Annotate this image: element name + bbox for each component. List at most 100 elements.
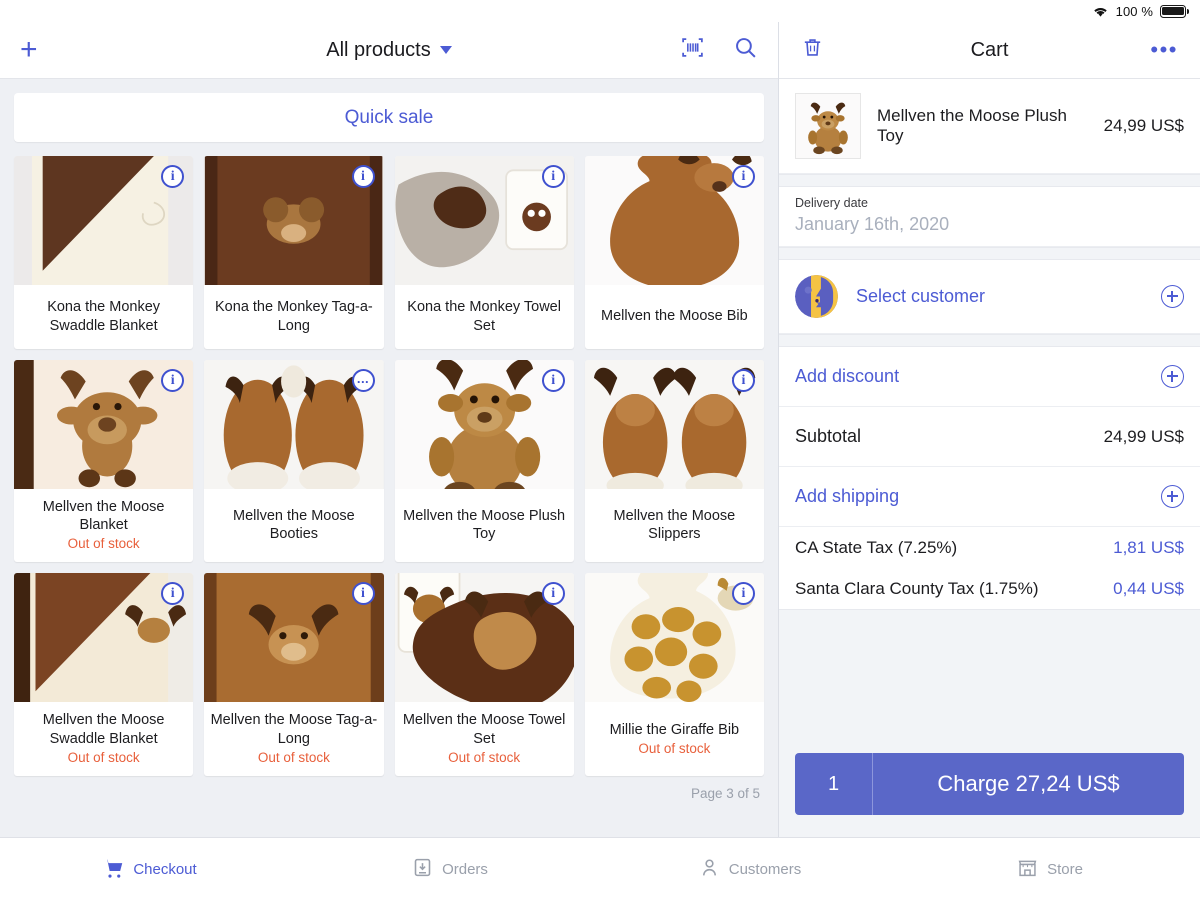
- tax-row: Santa Clara County Tax (1.75%) 0,44 US$: [779, 568, 1200, 609]
- tab-label: Store: [1047, 860, 1083, 878]
- info-icon[interactable]: i: [351, 582, 375, 606]
- cart-items-list: Mellven the Moose Plush Toy 24,99 US$: [779, 79, 1200, 174]
- add-discount-row[interactable]: Add discount: [779, 347, 1200, 407]
- cart-item-price: 24,99 US$: [1103, 116, 1184, 135]
- product-tile[interactable]: i Mellven the Moose Blanket Out of stock: [14, 360, 194, 563]
- product-label: Kona the Monkey Tag-a-Long: [204, 285, 383, 349]
- product-name: Kona the Monkey Swaddle Blanket: [47, 299, 161, 334]
- info-icon[interactable]: i: [541, 165, 565, 188]
- more-info-icon[interactable]: ...: [351, 369, 375, 392]
- product-name: Mellven the Moose Bib: [601, 308, 748, 325]
- section-divider: [779, 247, 1200, 260]
- product-label: Mellven the Moose Blanket Out of stock: [14, 489, 193, 562]
- product-label: Mellven the Moose Slippers: [585, 489, 764, 562]
- add-product-button[interactable]: +: [20, 35, 54, 65]
- charge-quantity[interactable]: 1: [795, 753, 873, 815]
- info-icon[interactable]: i: [541, 369, 565, 392]
- search-icon[interactable]: [733, 35, 758, 65]
- product-thumbnail: i: [584, 573, 764, 703]
- subtotal-label: Subtotal: [795, 426, 862, 446]
- delivery-date-row[interactable]: Delivery date January 16th, 2020: [779, 187, 1200, 247]
- product-thumbnail: i: [204, 156, 384, 285]
- add-discount-label: Add discount: [795, 366, 900, 386]
- more-options-icon[interactable]: •••: [1150, 39, 1178, 61]
- products-title[interactable]: All products: [326, 39, 431, 62]
- chevron-down-icon[interactable]: [439, 46, 452, 54]
- product-tile[interactable]: ... Mellven the Moose Booties: [204, 360, 384, 563]
- product-tile[interactable]: i Mellven the Moose Bib: [584, 156, 764, 349]
- product-name: Mellven the Moose Blanket: [42, 499, 165, 534]
- section-divider: [779, 174, 1200, 187]
- product-label: Mellven the Moose Towel Set Out of stock: [395, 702, 574, 775]
- tab-store[interactable]: Store: [900, 838, 1200, 900]
- add-shipping-label: Add shipping: [795, 486, 900, 506]
- section-divider: [779, 334, 1200, 347]
- tab-orders[interactable]: Orders: [300, 838, 600, 900]
- products-grid-area: Quick sale i Kona the Monkey Swaddle Blan…: [0, 79, 778, 837]
- product-thumbnail: i: [394, 573, 574, 703]
- product-tile[interactable]: i Kona the Monkey Towel Set: [394, 156, 574, 349]
- tab-checkout[interactable]: Checkout: [0, 838, 300, 900]
- products-title-group: All products: [0, 39, 778, 62]
- product-tile[interactable]: i Mellven the Moose Slippers: [584, 360, 764, 563]
- select-customer-label: Select customer: [856, 286, 986, 306]
- product-label: Mellven the Moose Plush Toy: [395, 489, 574, 562]
- product-label: Kona the Monkey Swaddle Blanket: [14, 285, 193, 349]
- product-label: Mellven the Moose Tag-a-Long Out of stock: [204, 702, 383, 775]
- charge-label[interactable]: Charge 27,24 US$: [873, 753, 1184, 815]
- cart-title: Cart: [970, 38, 1009, 61]
- product-tile[interactable]: i Mellven the Moose Swaddle Blanket Out of…: [14, 573, 194, 776]
- select-customer-row[interactable]: Select customer: [779, 260, 1200, 334]
- charge-area: 1 Charge 27,24 US$: [779, 753, 1200, 837]
- product-tile[interactable]: i Mellven the Moose Towel Set Out of stock: [394, 573, 574, 776]
- out-of-stock-badge: Out of stock: [257, 749, 330, 765]
- plus-circle-icon[interactable]: [1161, 285, 1184, 308]
- cart-filler: [779, 609, 1200, 753]
- info-icon[interactable]: i: [732, 165, 755, 188]
- main-split: + All products Quick sale i Kona the Mon…: [0, 22, 1200, 837]
- charge-button[interactable]: 1 Charge 27,24 US$: [795, 753, 1184, 815]
- add-shipping-row[interactable]: Add shipping: [779, 467, 1200, 527]
- tab-label: Checkout: [133, 860, 197, 878]
- subtotal-value: 24,99 US$: [1103, 426, 1184, 446]
- wifi-icon: [1092, 5, 1109, 18]
- product-label: Mellven the Moose Bib: [585, 285, 764, 349]
- status-bar: 100 %: [0, 0, 1200, 22]
- product-tile[interactable]: i Kona the Monkey Swaddle Blanket: [14, 156, 194, 349]
- product-label: Mellven the Moose Booties: [204, 489, 383, 562]
- tab-label: Customers: [728, 860, 802, 878]
- info-icon[interactable]: i: [351, 165, 375, 188]
- tab-customers[interactable]: Customers: [600, 838, 900, 900]
- product-name: Kona the Monkey Tag-a-Long: [215, 299, 373, 334]
- subtotal-row: Subtotal 24,99 US$: [779, 407, 1200, 467]
- product-name: Mellven the Moose Plush Toy: [403, 508, 566, 543]
- product-thumbnail: i: [584, 360, 764, 489]
- product-name: Kona the Monkey Towel Set: [407, 299, 561, 334]
- tax-value: 1,81 US$: [1113, 537, 1184, 557]
- customer-avatar-icon: [795, 275, 838, 318]
- plus-circle-icon[interactable]: [1161, 365, 1184, 388]
- product-label: Mellven the Moose Swaddle Blanket Out of …: [14, 702, 193, 775]
- product-thumbnail: i: [394, 156, 574, 285]
- quick-sale-button[interactable]: Quick sale: [14, 93, 764, 142]
- product-thumbnail: i: [394, 360, 574, 489]
- product-thumbnail: i: [14, 156, 194, 285]
- info-icon[interactable]: i: [732, 369, 755, 392]
- store-icon: [1017, 857, 1038, 882]
- product-tile[interactable]: i Kona the Monkey Tag-a-Long: [204, 156, 384, 349]
- out-of-stock-badge: Out of stock: [67, 536, 140, 552]
- product-name: Mellven the Moose Booties: [233, 508, 355, 543]
- barcode-scan-icon[interactable]: [680, 35, 705, 65]
- plus-circle-icon[interactable]: [1161, 485, 1184, 508]
- cart-item-row[interactable]: Mellven the Moose Plush Toy 24,99 US$: [779, 79, 1200, 174]
- tax-label: CA State Tax (7.25%): [795, 537, 958, 557]
- cart-item-name: Mellven the Moose Plush Toy: [877, 106, 1067, 145]
- product-label: Millie the Giraffe Bib Out of stock: [585, 702, 764, 775]
- out-of-stock-badge: Out of stock: [448, 749, 521, 765]
- product-tile[interactable]: i Millie the Giraffe Bib Out of stock: [584, 573, 764, 776]
- products-header-actions: [680, 35, 758, 65]
- tax-row: CA State Tax (7.25%) 1,81 US$: [779, 527, 1200, 568]
- pos-app: 100 % + All products Quick sale i Kona t…: [0, 0, 1200, 900]
- product-tile[interactable]: i Mellven the Moose Tag-a-Long Out of stoc…: [204, 573, 384, 776]
- product-tile[interactable]: i Mellven the Moose Plush Toy: [394, 360, 574, 563]
